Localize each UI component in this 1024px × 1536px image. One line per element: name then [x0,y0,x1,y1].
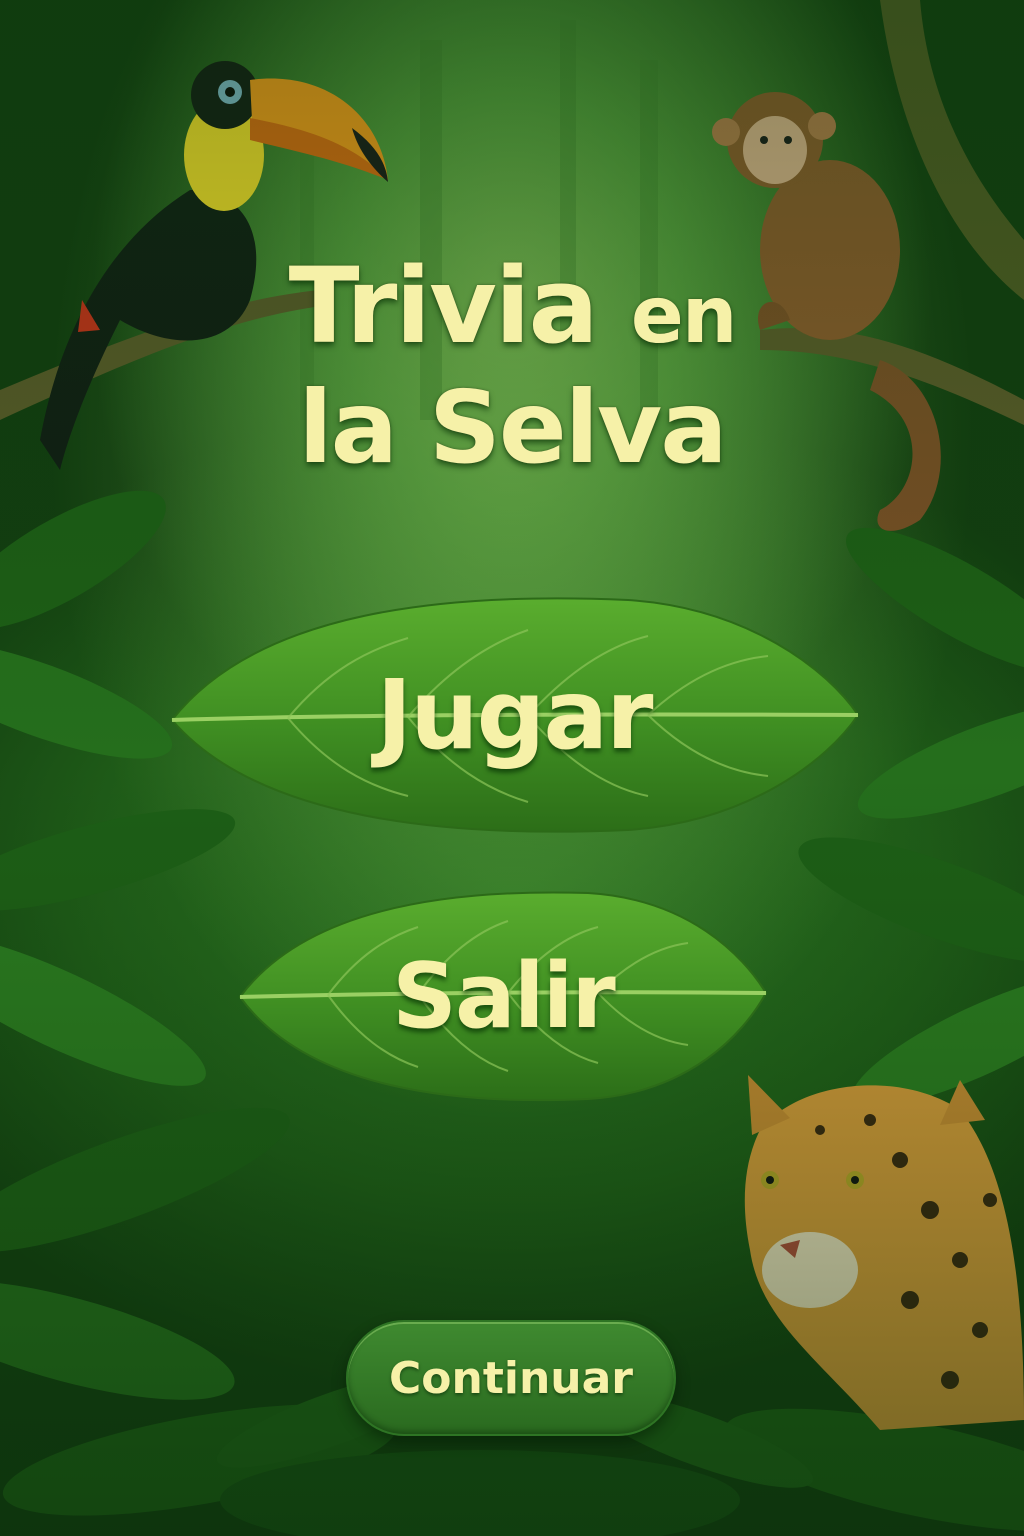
game-title: Trivia en la Selva [212,250,812,484]
continue-button[interactable]: Continuar [346,1320,676,1436]
title-word-trivia: Trivia [288,245,599,367]
play-button[interactable]: Jugar [168,590,860,840]
title-word-en: en [630,271,737,361]
play-label[interactable]: Jugar [168,590,860,840]
jungle-menu-screen: Trivia en la Selva Jugar Salir Continuar [0,0,1024,1536]
title-line-2: la Selva [298,369,727,486]
exit-label[interactable]: Salir [238,885,768,1107]
title-line-1: Trivia en [212,250,812,372]
exit-button[interactable]: Salir [238,885,768,1107]
